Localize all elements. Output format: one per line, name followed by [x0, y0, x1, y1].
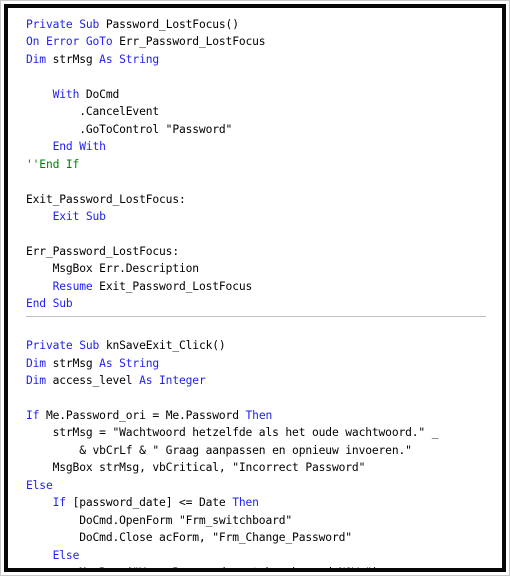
- code-line: MsgBox Err.Description: [26, 260, 496, 277]
- code-line: With DoCmd: [26, 86, 496, 103]
- code-text: MsgBox Err.Description: [26, 262, 199, 276]
- code-line: DoCmd.Close acForm, "Frm_Change_Password…: [26, 529, 496, 546]
- code-keyword: As String: [99, 52, 160, 66]
- code-text: .CancelEvent: [26, 105, 160, 119]
- code-keyword: Dim: [26, 374, 53, 387]
- code-keyword: Dim: [26, 356, 53, 370]
- code-comment: ''End If: [26, 157, 80, 171]
- code-line: Dim access_level As Integer: [26, 372, 496, 389]
- code-line: End With: [26, 138, 496, 155]
- code-text: strMsg = "Wachtwoord hetzelfde als het o…: [26, 426, 439, 440]
- code-keyword: End With: [52, 140, 106, 154]
- code-text: MsgBox strMsg, vbCritical, "Incorrect Pa…: [26, 461, 366, 475]
- code-keyword: Private Sub: [26, 339, 106, 353]
- code-text: Err_Password_LostFocus: [119, 35, 266, 49]
- code-line-comment: ''End If: [26, 156, 496, 173]
- code-line: & vbCrLf & " Graag aanpassen en opnieuw …: [26, 442, 496, 459]
- code-keyword: With: [52, 87, 86, 101]
- code-text: strMsg: [52, 356, 100, 370]
- code-line: Else: [26, 547, 496, 564]
- code-line: Dim strMsg As String: [26, 355, 496, 372]
- vba-code-listing[interactable]: Private Sub Password_LostFocus() On Error…: [8, 16, 502, 568]
- code-line: End Sub: [26, 295, 496, 312]
- code-keyword: Else: [52, 548, 80, 562]
- procedure-separator: [26, 315, 486, 317]
- code-line: .CancelEvent: [26, 103, 496, 120]
- code-keyword: If: [52, 496, 73, 510]
- code-line: If Me.Password_ori = Me.Password Then: [26, 407, 496, 424]
- code-line: Err_Password_LostFocus:: [26, 243, 496, 260]
- code-text: MsgBox ("Your Password must be changed N…: [26, 566, 378, 568]
- code-text: Me.Password_ori = Me.Password: [45, 408, 246, 422]
- code-line: Exit_Password_LostFocus:: [26, 191, 496, 208]
- code-text: Err_Password_LostFocus:: [26, 244, 179, 258]
- code-keyword: On Error GoTo: [26, 35, 120, 49]
- code-screenshot-frame: Private Sub Password_LostFocus() On Error…: [0, 0, 510, 576]
- code-text: knSaveExit_Click(): [105, 339, 226, 353]
- code-text: Exit_Password_LostFocus:: [26, 192, 186, 206]
- code-text: & vbCrLf & " Graag aanpassen en opnieuw …: [26, 443, 412, 457]
- code-text: .GoToControl "Password": [26, 122, 233, 136]
- code-line: Dim strMsg As String: [26, 51, 496, 68]
- code-text: Exit_Password_LostFocus: [99, 279, 253, 293]
- code-text: [password_date] <= Date: [72, 496, 233, 510]
- code-keyword: Then: [245, 408, 273, 422]
- code-line: MsgBox strMsg, vbCritical, "Incorrect Pa…: [26, 459, 496, 476]
- code-text: strMsg: [52, 52, 100, 66]
- code-text: Password_LostFocus(): [105, 18, 239, 31]
- code-text: DoCmd: [85, 87, 120, 101]
- code-text: DoCmd.OpenForm "Frm_switchboard": [26, 513, 293, 527]
- code-keyword: As String: [99, 356, 160, 370]
- code-line: DoCmd.OpenForm "Frm_switchboard": [26, 512, 496, 529]
- code-line: On Error GoTo Err_Password_LostFocus: [26, 33, 496, 50]
- code-keyword: End Sub: [26, 297, 73, 311]
- code-line: .GoToControl "Password": [26, 121, 496, 138]
- code-line: MsgBox ("Your Password must be changed N…: [26, 564, 496, 568]
- code-keyword: Else: [26, 478, 53, 492]
- code-keyword: Exit Sub: [52, 209, 106, 223]
- code-text: DoCmd.Close acForm, "Frm_Change_Password…: [26, 531, 352, 545]
- code-line: Resume Exit_Password_LostFocus: [26, 278, 496, 295]
- code-line: Private Sub knSaveExit_Click(): [26, 337, 496, 354]
- code-text: access_level: [52, 374, 140, 387]
- code-keyword: Dim: [26, 52, 53, 66]
- code-keyword: Then: [232, 496, 259, 510]
- code-keyword: If: [26, 408, 46, 422]
- code-line: Private Sub Password_LostFocus(): [26, 16, 496, 33]
- code-line: Else: [26, 477, 496, 494]
- code-frame-inner-border: Private Sub Password_LostFocus() On Error…: [4, 4, 506, 572]
- code-line: If [password_date] <= Date Then: [26, 494, 496, 511]
- code-keyword: As Integer: [139, 374, 206, 387]
- code-line: strMsg = "Wachtwoord hetzelfde als het o…: [26, 424, 496, 441]
- code-keyword: Private Sub: [26, 18, 106, 31]
- code-line: Exit Sub: [26, 208, 496, 225]
- code-keyword: Resume: [52, 279, 100, 293]
